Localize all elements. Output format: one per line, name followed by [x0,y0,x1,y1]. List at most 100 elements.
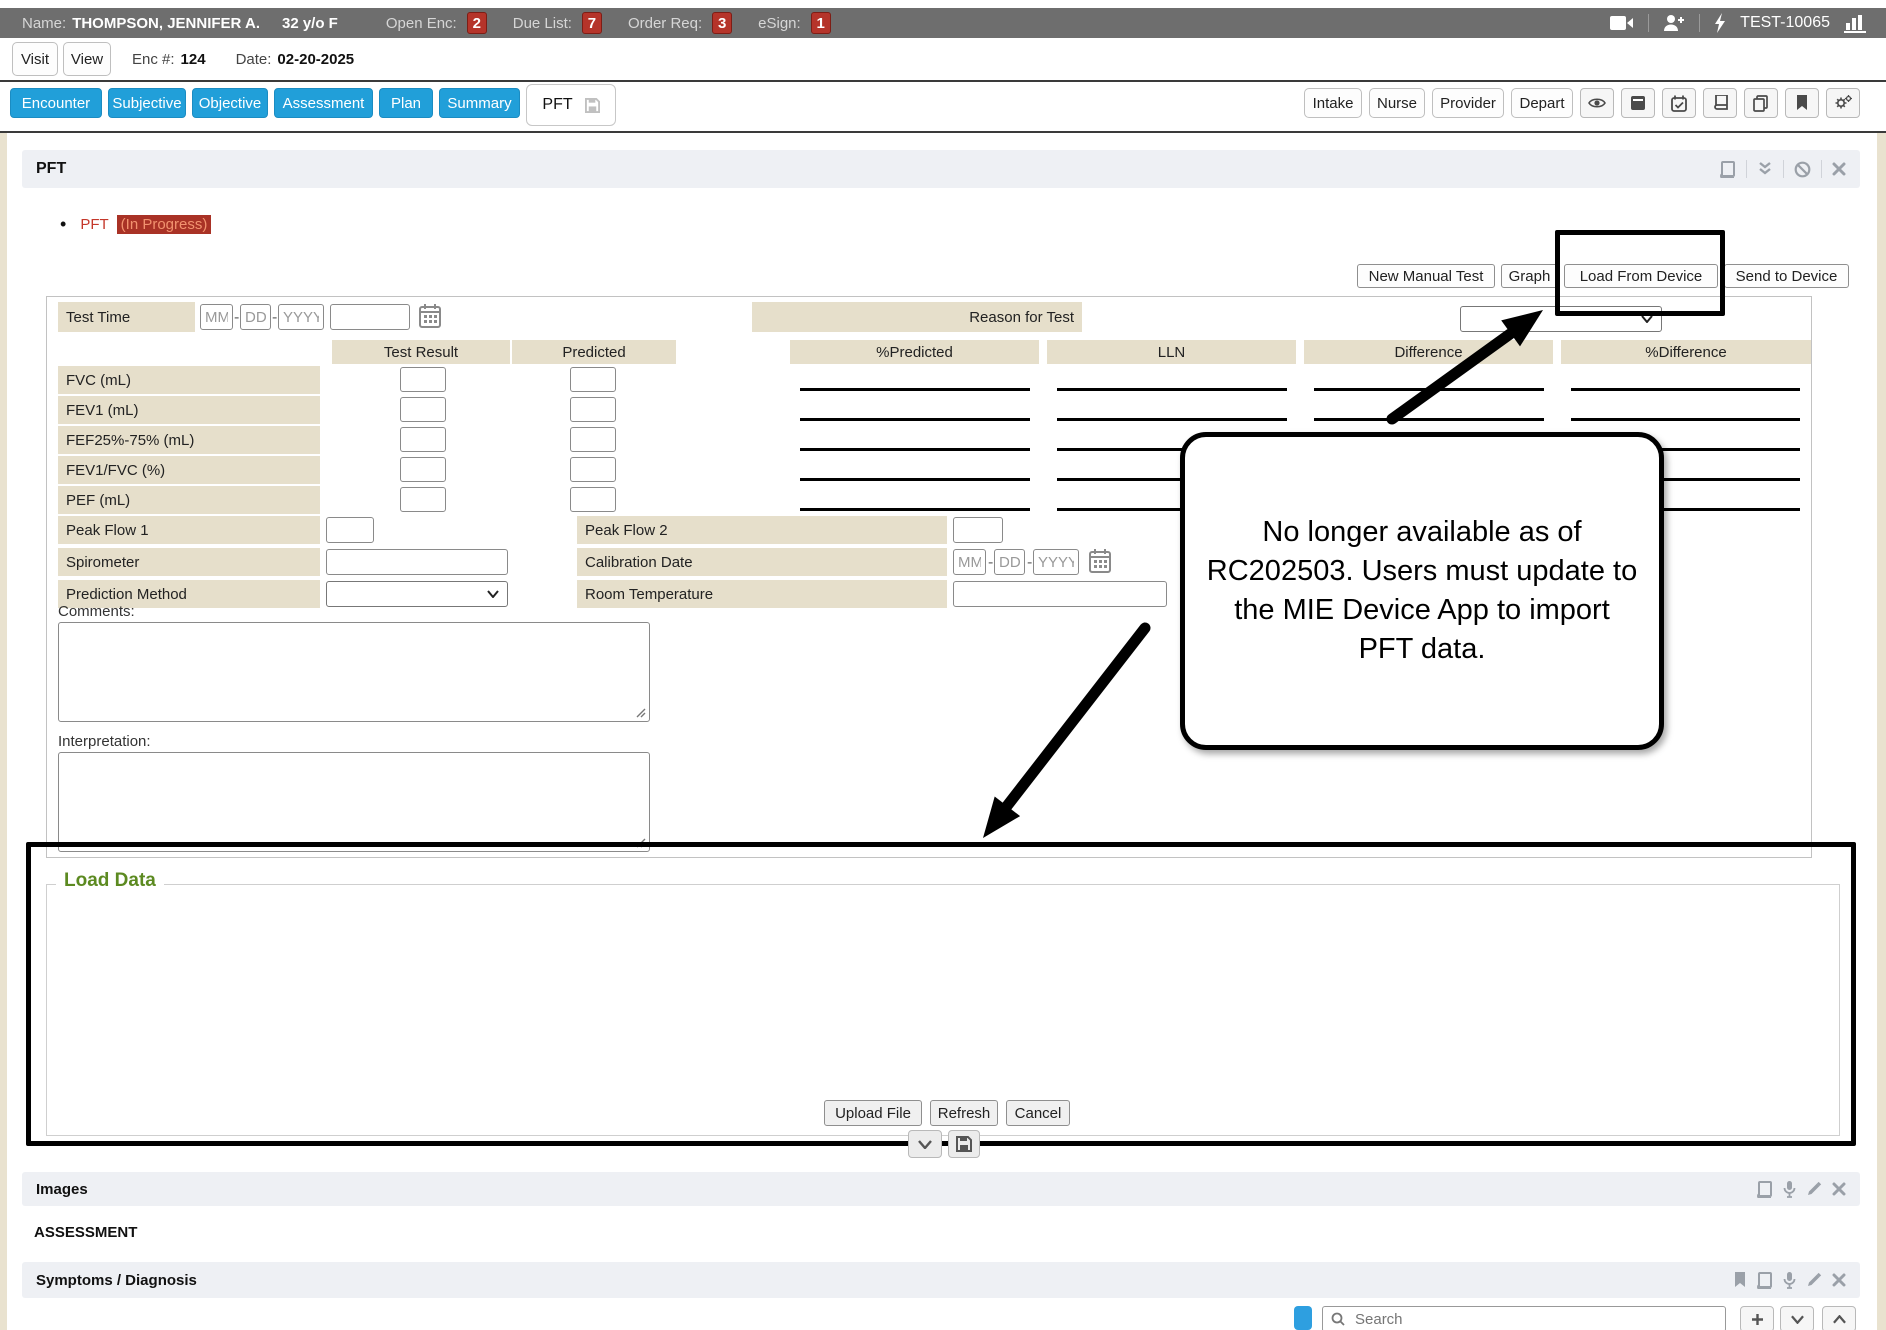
send-to-device-button[interactable]: Send to Device [1724,264,1849,288]
test-time-year-input[interactable] [278,304,324,330]
prediction-method-select[interactable] [326,581,508,607]
save-section-button[interactable] [948,1130,980,1158]
fev1-test-result-input[interactable] [400,397,446,422]
close-section-icon[interactable] [1832,162,1846,176]
tab-subjective[interactable]: Subjective [108,88,186,118]
save-tab-icon[interactable] [585,98,600,113]
row-fef-label-cell: FEF25%-75% (mL) [58,426,320,454]
images-section-header[interactable]: Images [22,1172,1860,1206]
resize-handle-icon[interactable] [636,708,646,718]
test-time-month-input[interactable] [200,304,233,330]
fvc-predicted-input[interactable] [570,367,616,392]
close-icon[interactable] [1832,1182,1846,1196]
col-predicted: Predicted [512,340,676,364]
test-time-day-input[interactable] [240,304,271,330]
fev1fvc-test-result-input[interactable] [400,457,446,482]
tab-pft-active[interactable]: PFT [526,84,616,126]
bookmark-icon[interactable] [1734,1272,1746,1288]
provider-button[interactable]: Provider [1432,88,1504,118]
intake-button[interactable]: Intake [1304,88,1362,118]
test-time-time-input[interactable] [330,304,410,330]
search-box[interactable] [1322,1306,1726,1330]
add-person-icon[interactable] [1663,14,1685,32]
copy-chart-button[interactable] [1744,88,1778,118]
send-to-device-label: Send to Device [1736,268,1838,285]
search-input[interactable] [1353,1310,1693,1329]
calibration-year-input[interactable] [1033,549,1079,575]
microphone-icon[interactable] [1783,1180,1796,1198]
fev1fvc-predicted-input[interactable] [570,457,616,482]
graph-button[interactable]: Graph [1501,264,1558,288]
nurse-button[interactable]: Nurse [1369,88,1425,118]
print-chart-icon[interactable] [1756,1181,1773,1198]
symptoms-section-header[interactable]: Symptoms / Diagnosis [22,1262,1860,1298]
fvc-test-result-input[interactable] [400,367,446,392]
annotation-callout-text: No longer available as of RC202503. User… [1205,513,1639,669]
interpretation-textarea[interactable] [58,752,650,852]
fev1-predicted-input[interactable] [570,397,616,422]
view-button[interactable]: View [63,42,111,76]
order-req-badge[interactable]: 3 [712,12,732,34]
chevron-down-icon [1641,315,1653,323]
system-id: TEST-10065 [1740,14,1830,32]
preview-eye-button[interactable] [1580,88,1614,118]
collapse-section-icon[interactable] [1757,162,1773,176]
video-call-icon[interactable] [1610,15,1634,31]
edit-pencil-icon[interactable] [1806,1181,1822,1197]
depart-button[interactable]: Depart [1511,88,1573,118]
archive-button[interactable] [1621,88,1655,118]
edit-pencil-icon[interactable] [1806,1272,1822,1288]
settings-button[interactable] [1826,88,1860,118]
col-pct-difference-label: %Difference [1645,344,1726,361]
col-pct-predicted: %Predicted [790,340,1039,364]
chart-book-button[interactable] [1703,88,1737,118]
peak-flow-2-input[interactable] [953,517,1003,543]
visit-button[interactable]: Visit [12,42,58,76]
tab-encounter-label: Encounter [22,95,90,112]
tab-summary[interactable]: Summary [439,88,520,118]
comments-textarea[interactable] [58,622,650,722]
fef-predicted-input[interactable] [570,427,616,452]
new-manual-test-button[interactable]: New Manual Test [1357,264,1495,288]
print-chart-icon[interactable] [1719,161,1736,178]
calibration-month-input[interactable] [953,549,986,575]
calibration-day-input[interactable] [994,549,1025,575]
divider-tabs [0,131,1886,133]
tab-assessment[interactable]: Assessment [274,88,373,118]
peak-flow-1-cell: Peak Flow 1 [58,516,320,544]
date-label: Date: [236,51,272,68]
chart-icon[interactable] [1844,13,1868,33]
due-list-badge[interactable]: 7 [582,12,602,34]
patient-header-bar: Name: THOMPSON, JENNIFER A. 32 y/o F Ope… [0,8,1886,38]
scroll-top-button[interactable] [1822,1306,1856,1330]
row-pef-label-cell: PEF (mL) [58,486,320,514]
room-temperature-input[interactable] [953,581,1167,607]
reason-for-test-label: Reason for Test [969,309,1074,326]
print-chart-icon[interactable] [1756,1272,1773,1289]
collapse-load-data-button[interactable] [908,1130,942,1158]
schedule-button[interactable] [1662,88,1696,118]
microphone-icon[interactable] [1783,1271,1796,1289]
esign-badge[interactable]: 1 [811,12,831,34]
collapse-symptoms-button[interactable] [1780,1306,1814,1330]
peak-flow-1-input[interactable] [326,517,374,543]
graph-label: Graph [1509,268,1551,285]
pef-test-result-input[interactable] [400,487,446,512]
close-icon[interactable] [1832,1273,1846,1287]
open-enc-badge[interactable]: 2 [467,12,487,34]
bookmark-button[interactable] [1785,88,1819,118]
tab-encounter[interactable]: Encounter [10,88,102,118]
spirometer-input[interactable] [326,549,508,575]
test-time-label: Test Time [66,309,130,326]
lightning-icon[interactable] [1714,13,1726,33]
add-item-button[interactable] [1740,1306,1774,1330]
tab-plan[interactable]: Plan [379,88,433,118]
pef-predicted-input[interactable] [570,487,616,512]
pft-status-link[interactable]: PFT [80,216,108,233]
fef-test-result-input[interactable] [400,427,446,452]
assessment-section-title: ASSESSMENT [34,1224,137,1241]
disable-section-icon[interactable] [1794,161,1811,178]
tab-objective[interactable]: Objective [192,88,268,118]
test-time-calendar-icon[interactable] [418,303,442,329]
calibration-calendar-icon[interactable] [1088,548,1112,574]
